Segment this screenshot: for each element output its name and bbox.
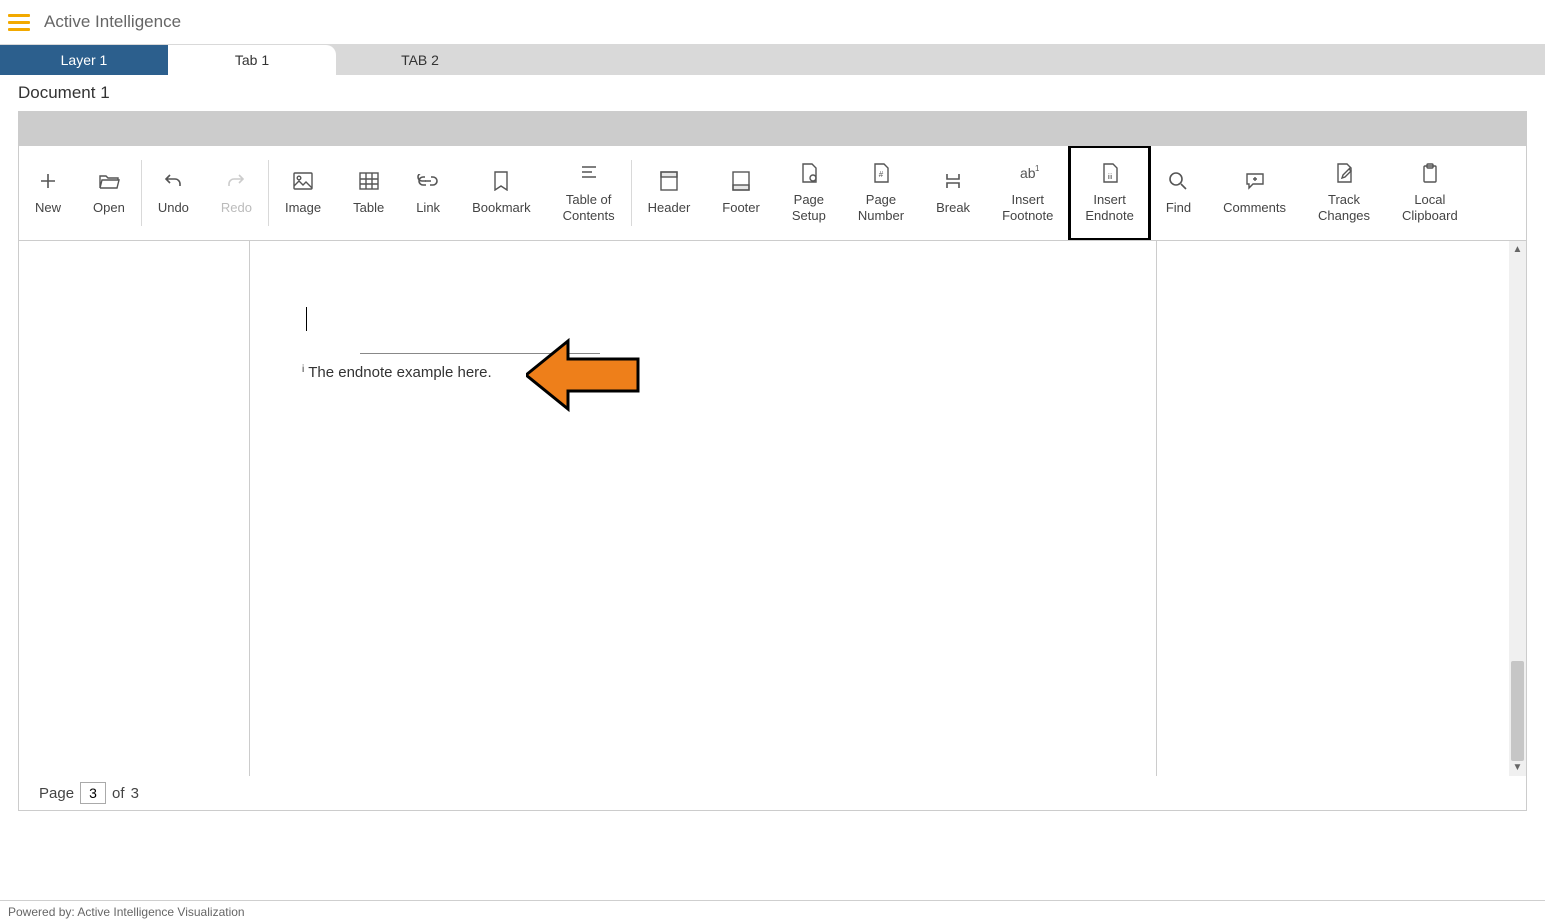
plus-icon [37, 170, 59, 192]
brand-title: Active Intelligence [44, 12, 181, 32]
tab-layer-1[interactable]: Layer 1 [0, 45, 168, 75]
table-icon [358, 170, 380, 192]
tab-1[interactable]: Tab 1 [168, 45, 336, 75]
document-page[interactable]: i The endnote example here. [249, 241, 1157, 776]
svg-text:ab: ab [1020, 165, 1036, 181]
page-setup-button[interactable]: Page Setup [776, 146, 842, 240]
vertical-scrollbar[interactable]: ▲ ▼ [1509, 241, 1526, 776]
track-changes-icon [1333, 162, 1355, 184]
toc-icon [578, 162, 600, 184]
local-clipboard-button[interactable]: Local Clipboard [1386, 146, 1474, 240]
footnote-icon: ab1 [1017, 162, 1039, 184]
find-button[interactable]: Find [1150, 146, 1207, 240]
tab-strip: Layer 1 Tab 1 TAB 2 [0, 45, 1545, 75]
hamburger-icon[interactable] [8, 10, 32, 34]
app-footer: Powered by: Active Intelligence Visualiz… [0, 900, 1545, 923]
page-setup-icon [798, 162, 820, 184]
break-icon [942, 170, 964, 192]
page-total: 3 [131, 785, 139, 802]
svg-text:iii: iii [1107, 174, 1112, 181]
bookmark-icon [490, 170, 512, 192]
redo-icon [225, 170, 247, 192]
image-button[interactable]: Image [269, 146, 337, 240]
folder-open-icon [98, 170, 120, 192]
scroll-up-icon[interactable]: ▲ [1509, 241, 1526, 258]
tab-2[interactable]: TAB 2 [336, 45, 504, 75]
table-button[interactable]: Table [337, 146, 400, 240]
page-number-icon: # [870, 162, 892, 184]
search-icon [1167, 170, 1189, 192]
svg-text:1: 1 [1035, 164, 1039, 173]
redo-button[interactable]: Redo [205, 146, 268, 240]
text-cursor [306, 307, 307, 331]
ribbon-toolbar: New Open Undo Redo Image [18, 145, 1527, 241]
footer-icon [730, 170, 752, 192]
header-icon [658, 170, 680, 192]
scroll-down-icon[interactable]: ▼ [1509, 759, 1526, 776]
new-button[interactable]: New [19, 146, 77, 240]
insert-footnote-button[interactable]: ab1 Insert Footnote [986, 146, 1069, 240]
scroll-thumb[interactable] [1511, 661, 1524, 761]
endnote-entry[interactable]: i The endnote example here. [302, 364, 492, 381]
comment-icon [1244, 170, 1266, 192]
comments-button[interactable]: Comments [1207, 146, 1302, 240]
insert-endnote-button[interactable]: iii Insert Endnote [1069, 146, 1149, 240]
undo-icon [162, 170, 184, 192]
ribbon-shell: New Open Undo Redo Image [18, 111, 1527, 811]
image-icon [292, 170, 314, 192]
brand-bar: Active Intelligence [0, 0, 1545, 45]
page-number-button[interactable]: # Page Number [842, 146, 920, 240]
bookmark-button[interactable]: Bookmark [456, 146, 547, 240]
editor-area[interactable]: i The endnote example here. ▲ ▼ [18, 241, 1527, 776]
footer-text: Powered by: Active Intelligence Visualiz… [8, 905, 245, 919]
endnote-text: The endnote example here. [308, 364, 491, 381]
break-button[interactable]: Break [920, 146, 986, 240]
page-of-label: of [112, 785, 125, 802]
annotation-arrow-icon [526, 335, 646, 415]
page-current-input[interactable] [80, 782, 106, 804]
document-title: Document 1 [18, 83, 110, 103]
document-title-bar: Document 1 [0, 75, 1545, 111]
open-button[interactable]: Open [77, 146, 141, 240]
footer-button[interactable]: Footer [706, 146, 776, 240]
svg-text:#: # [879, 170, 884, 179]
endnote-icon: iii [1099, 162, 1121, 184]
page-label: Page [39, 785, 74, 802]
link-button[interactable]: Link [400, 146, 456, 240]
ribbon-spacer [18, 111, 1527, 145]
track-changes-button[interactable]: Track Changes [1302, 146, 1386, 240]
page-indicator: Page of 3 [18, 776, 1527, 811]
endnote-marker: i [302, 364, 304, 375]
endnote-separator [360, 353, 600, 354]
clipboard-icon [1419, 162, 1441, 184]
header-button[interactable]: Header [632, 146, 707, 240]
undo-button[interactable]: Undo [142, 146, 205, 240]
link-icon [417, 170, 439, 192]
toc-button[interactable]: Table of Contents [547, 146, 631, 240]
